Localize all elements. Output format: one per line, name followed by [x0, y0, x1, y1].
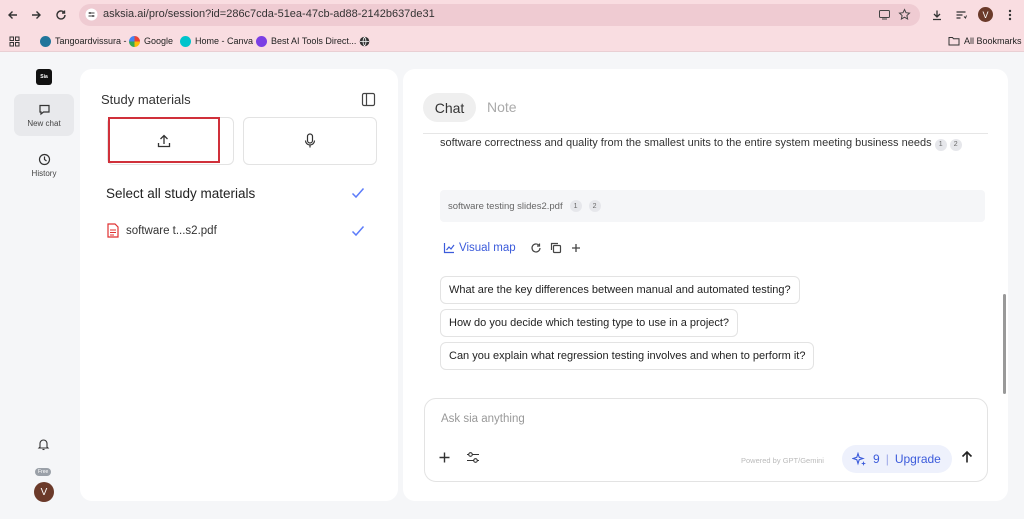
upgrade-button[interactable]: 9 | Upgrade	[842, 445, 952, 473]
download-icon[interactable]	[928, 6, 946, 24]
citation-badge[interactable]: 1	[934, 138, 947, 151]
bookmarks-bar: Tangoardvissura - Google Home - Canva Be…	[0, 30, 1024, 52]
suggested-question[interactable]: How do you decide which testing type to …	[440, 309, 739, 337]
all-bookmarks[interactable]: All Bookmarks	[948, 34, 1022, 48]
answer-text-fragment: software correctness and quality from th…	[440, 137, 962, 151]
chat-bubble-icon	[38, 104, 50, 115]
free-plan-badge: Free	[35, 468, 52, 476]
regenerate-icon[interactable]	[530, 242, 542, 254]
study-materials-title: Study materials	[101, 92, 191, 107]
folder-icon	[948, 37, 960, 46]
suggested-question[interactable]: Can you explain what regression testing …	[440, 342, 815, 370]
canva-icon	[180, 35, 191, 47]
globe-icon	[359, 36, 370, 46]
tab-note[interactable]: Note	[487, 99, 517, 115]
source-file-name: software testing slides2.pdf	[448, 200, 563, 212]
profile-avatar[interactable]: V	[978, 7, 993, 22]
app-sidebar: Sia New chat History Free V	[0, 53, 80, 519]
new-chat-label: New chat	[27, 118, 61, 128]
wordpress-icon	[40, 35, 51, 47]
add-icon[interactable]	[570, 242, 582, 254]
back-icon[interactable]	[4, 6, 22, 24]
upload-highlight-box	[108, 117, 220, 163]
reading-list-icon[interactable]	[952, 6, 970, 24]
settings-sliders-icon[interactable]	[466, 451, 480, 464]
send-arrow-icon[interactable]	[960, 450, 974, 464]
upgrade-divider: |	[885, 452, 889, 466]
chat-input[interactable]	[441, 409, 961, 429]
browser-toolbar: asksia.ai/pro/session?id=286c7cda-51ea-4…	[0, 0, 1024, 30]
chart-icon	[443, 243, 455, 254]
bookmark-canva[interactable]: Home - Canva	[180, 34, 253, 48]
source-reference[interactable]: software testing slides2.pdf 1 2	[440, 190, 985, 222]
site-settings-icon[interactable]	[85, 8, 98, 21]
sparkle-icon	[852, 451, 867, 467]
select-all-check-icon[interactable]	[351, 187, 365, 199]
credits-count: 9	[873, 452, 880, 466]
suggested-question[interactable]: What are the key differences between man…	[440, 276, 800, 304]
more-menu-icon[interactable]	[1001, 6, 1019, 24]
bell-icon[interactable]	[37, 437, 50, 451]
new-chat-button[interactable]: New chat	[14, 94, 74, 136]
url-text: asksia.ai/pro/session?id=286c7cda-51ea-4…	[103, 8, 435, 20]
attach-plus-icon[interactable]	[438, 451, 451, 464]
chat-input-box: Powered by GPT/Gemini 9 | Upgrade	[424, 398, 988, 482]
answer-actions: Visual map	[443, 242, 582, 254]
voice-record-button[interactable]	[243, 117, 377, 165]
powered-by-text: Powered by GPT/Gemini	[741, 456, 824, 465]
user-avatar[interactable]: V	[34, 482, 54, 502]
citation-badge[interactable]: 2	[588, 200, 601, 212]
file-name: software t...s2.pdf	[126, 224, 217, 237]
bookmark-google[interactable]: Google	[129, 34, 173, 48]
study-file-item[interactable]: software t...s2.pdf	[107, 223, 217, 238]
bookmark-ai-tools[interactable]: Best AI Tools Direct...	[256, 34, 356, 48]
panel-toggle-icon[interactable]	[361, 92, 376, 107]
ai-tools-icon	[256, 35, 267, 47]
apps-grid-icon[interactable]	[9, 34, 20, 48]
citation-badge[interactable]: 1	[569, 200, 582, 212]
select-all-label[interactable]: Select all study materials	[106, 186, 255, 201]
pdf-file-icon	[107, 223, 119, 238]
bookmark-star-icon[interactable]	[898, 8, 911, 21]
citation-badge[interactable]: 2	[949, 138, 962, 151]
history-label: History	[31, 168, 57, 178]
upgrade-label: Upgrade	[894, 452, 941, 466]
forward-icon[interactable]	[27, 6, 45, 24]
chat-scrollbar[interactable]	[1003, 294, 1006, 394]
tab-chat[interactable]: Chat	[423, 93, 476, 122]
visual-map-button[interactable]: Visual map	[443, 242, 516, 254]
copy-icon[interactable]	[550, 242, 562, 254]
study-materials-panel: Study materials Select all study materia…	[80, 69, 398, 501]
sia-logo[interactable]: Sia	[36, 69, 52, 85]
reload-icon[interactable]	[52, 6, 70, 24]
bookmark-tangoardvissura[interactable]: Tangoardvissura -	[40, 34, 127, 48]
history-button[interactable]: History	[14, 144, 74, 186]
google-icon	[129, 35, 140, 47]
tab-divider	[423, 133, 988, 134]
bookmark-globe[interactable]	[359, 34, 370, 48]
file-check-icon[interactable]	[351, 225, 365, 237]
microphone-icon	[304, 133, 316, 149]
history-icon	[38, 153, 50, 165]
cast-icon[interactable]	[878, 8, 891, 21]
chat-panel: Chat Note software correctness and quali…	[403, 69, 1008, 501]
address-bar[interactable]: asksia.ai/pro/session?id=286c7cda-51ea-4…	[79, 4, 920, 26]
